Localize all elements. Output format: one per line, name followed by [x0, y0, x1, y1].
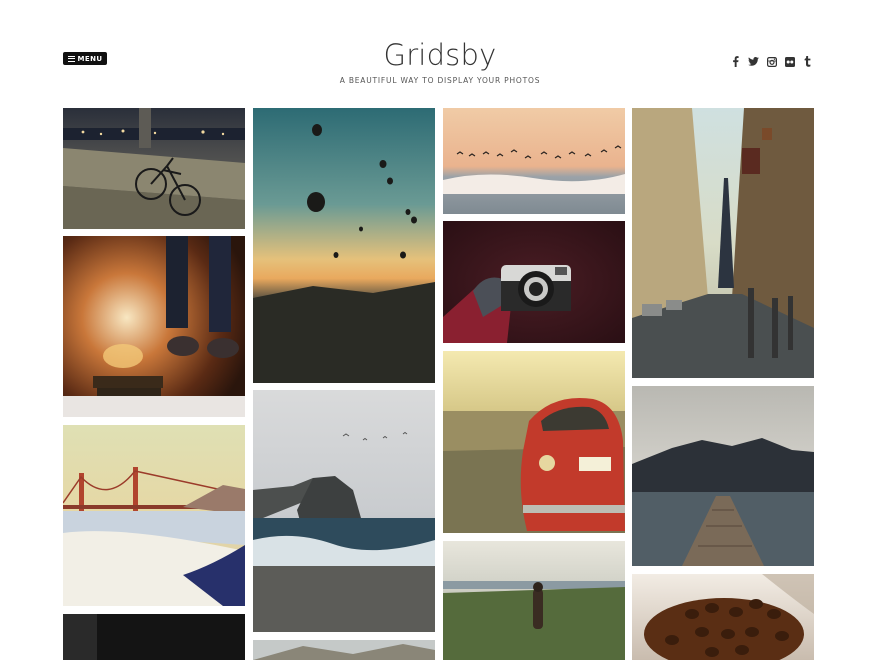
dark-photo[interactable]: [63, 614, 245, 660]
bicycle-bridge-photo[interactable]: [63, 108, 245, 229]
twitter-icon[interactable]: [748, 56, 759, 67]
hot-air-balloons-photo[interactable]: [253, 108, 435, 383]
facebook-icon[interactable]: [730, 56, 741, 67]
rocky-coast-photo[interactable]: [253, 390, 435, 632]
red-beetle-car-photo[interactable]: [443, 351, 625, 533]
tumblr-icon[interactable]: [802, 56, 813, 67]
flickr-icon[interactable]: [784, 56, 795, 67]
bottom-landscape-photo[interactable]: [253, 640, 435, 660]
site-tagline: A BEAUTIFUL WAY TO DISPLAY YOUR PHOTOS: [339, 76, 541, 85]
camera-in-hand-photo[interactable]: [443, 221, 625, 343]
field-person-photo[interactable]: [443, 541, 625, 660]
jumping-feet-photo[interactable]: [63, 236, 245, 417]
paris-street-photo[interactable]: [632, 108, 814, 378]
social-links: [730, 56, 813, 67]
instagram-icon[interactable]: [766, 56, 777, 67]
birds-sunset-photo[interactable]: [443, 108, 625, 214]
golden-gate-bridge-photo[interactable]: [63, 425, 245, 606]
coffee-beans-photo[interactable]: [632, 574, 814, 660]
lake-dock-photo[interactable]: [632, 386, 814, 566]
